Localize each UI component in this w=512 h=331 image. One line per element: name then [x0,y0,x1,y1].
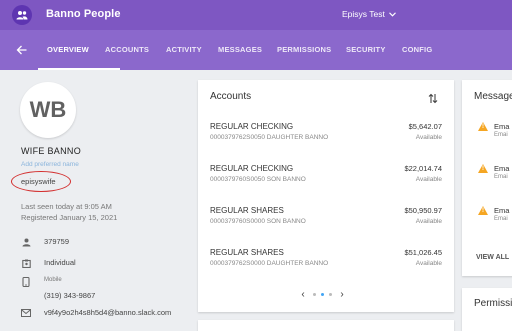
account-name: REGULAR SHARES [210,248,284,257]
message-text: Ema [494,206,510,215]
tab-security[interactable]: SECURITY [346,45,386,54]
account-row[interactable]: REGULAR SHARES 0000379762S0000 DAUGHTER … [210,248,442,288]
message-text: Ema [494,122,510,131]
account-balance: $22,014.74 [404,164,442,173]
account-balance: $5,642.07 [408,122,442,131]
email-icon [21,308,31,318]
username-circle-annotation [11,171,71,192]
account-type-row: Individual [21,258,76,268]
tab-overview[interactable]: OVERVIEW [47,45,89,54]
member-number: 379759 [44,237,70,246]
account-balance: $51,026.45 [404,248,442,257]
account-row[interactable]: REGULAR SHARES 0000379760S0000 SON BANNO… [210,206,442,246]
account-balance: $50,950.97 [404,206,442,215]
message-item[interactable]: ! Ema Emai [478,122,512,146]
pager-dot[interactable] [313,293,316,296]
message-text: Ema [494,164,510,173]
account-number-owner: 0000379760S0000 SON BANNO [210,218,306,225]
message-item[interactable]: ! Ema Emai [478,164,512,188]
accounts-title: Accounts [210,91,252,102]
message-sub: Emai [494,132,508,138]
email-address[interactable]: v9f4y9o2h4s8h5d4@banno.slack.com [44,308,171,317]
view-all-messages-link[interactable]: VIEW ALL [476,254,509,261]
account-number-owner: 0000379762S0000 DAUGHTER BANNO [210,260,329,267]
tab-activity[interactable]: ACTIVITY [166,45,202,54]
mobile-row: Mobile (319) 343-9867 [21,277,95,303]
account-available-label: Available [415,260,442,267]
app-title: Banno People [46,8,121,20]
nav-bar: OVERVIEW ACCOUNTS ACTIVITY MESSAGES PERM… [0,30,512,70]
profile-sidebar: WB WIFE BANNO Add preferred name episysw… [0,70,190,331]
permissions-title: Permissions [474,298,512,309]
user-name: WIFE BANNO [21,146,82,156]
permissions-card: Permissions [462,288,512,331]
chevron-down-icon [388,11,396,17]
message-sub: Emai [494,174,508,180]
chevron-left-icon[interactable]: ‹ [298,289,308,300]
institution-switcher[interactable]: Episys Test [342,9,396,19]
people-icon[interactable] [12,5,32,25]
badge-icon [21,258,31,268]
message-item[interactable]: ! Ema Emai [478,206,512,230]
account-available-label: Available [415,134,442,141]
phone-icon [21,277,31,287]
pager-dot[interactable] [329,293,332,296]
account-type: Individual [44,258,76,267]
institution-name: Episys Test [342,9,385,19]
last-seen: Last seen today at 9:05 AM [21,202,112,211]
email-row: v9f4y9o2h4s8h5d4@banno.slack.com [21,308,171,318]
back-arrow-icon[interactable] [12,41,30,59]
chevron-right-icon[interactable]: › [337,289,347,300]
account-name: REGULAR SHARES [210,206,284,215]
messages-card: Messages ! Ema Emai ! Ema Emai ! Ema Ema… [462,80,512,276]
accounts-pager: ‹ › [298,289,347,300]
tab-accounts[interactable]: ACCOUNTS [105,45,149,54]
member-number-row: 379759 [21,237,69,247]
tab-config[interactable]: CONFIG [402,45,432,54]
tab-permissions[interactable]: PERMISSIONS [277,45,331,54]
account-available-label: Available [415,176,442,183]
app-header: Banno People Episys Test [0,0,512,30]
tab-messages[interactable]: MESSAGES [218,45,262,54]
mobile-label: Mobile [44,277,62,283]
accounts-card: Accounts REGULAR CHECKING 0000379762S005… [198,80,454,312]
pager-dot-active[interactable] [321,293,324,296]
person-icon [21,237,31,247]
avatar: WB [20,82,76,138]
add-preferred-name-link[interactable]: Add preferred name [21,161,79,168]
sort-icon[interactable] [428,91,440,104]
messages-title: Messages [474,91,512,102]
account-row[interactable]: REGULAR CHECKING 0000379760S0050 SON BAN… [210,164,442,204]
account-name: REGULAR CHECKING [210,122,294,131]
mobile-number[interactable]: (319) 343-9867 [44,291,95,300]
account-available-label: Available [415,218,442,225]
lower-card [198,320,454,331]
account-name: REGULAR CHECKING [210,164,294,173]
account-number-owner: 0000379762S0050 DAUGHTER BANNO [210,134,329,141]
message-sub: Emai [494,216,508,222]
account-number-owner: 0000379760S0050 SON BANNO [210,176,306,183]
account-row[interactable]: REGULAR CHECKING 0000379762S0050 DAUGHTE… [210,122,442,162]
registered-date: Registered January 15, 2021 [21,213,118,222]
